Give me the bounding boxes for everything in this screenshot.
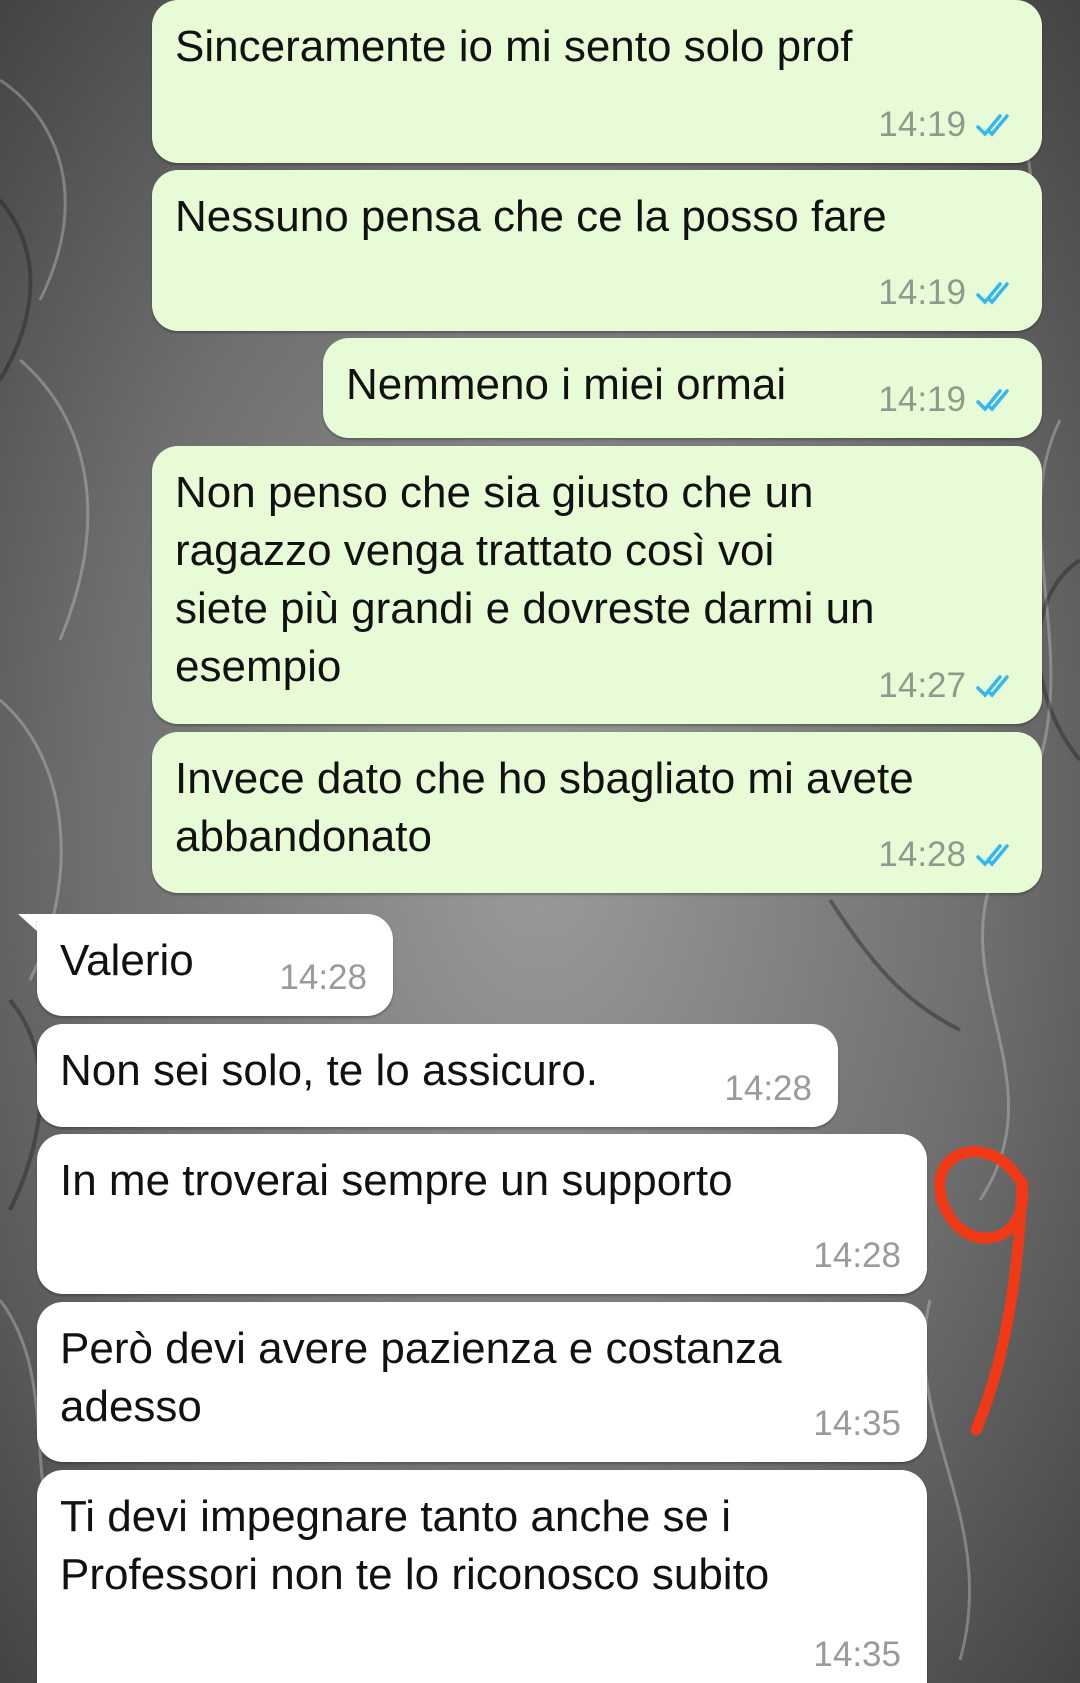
double-check-icon <box>976 675 1009 698</box>
outgoing-message[interactable]: Sinceramente io mi sento solo prof 14:19 <box>152 0 1042 163</box>
message-time: 14:19 <box>878 105 966 144</box>
message-meta: 14:27 <box>878 666 1016 706</box>
incoming-message[interactable]: Ti devi impegnare tanto anche se i Profe… <box>37 1470 927 1683</box>
message-meta: 14:28 <box>878 835 1016 875</box>
double-check-icon <box>976 114 1009 137</box>
outgoing-message[interactable]: Nessuno pensa che ce la posso fare 14:19 <box>152 170 1042 331</box>
double-check-icon <box>976 389 1009 412</box>
message-time: 14:28 <box>724 1069 812 1108</box>
message-meta: 14:28 <box>724 1069 812 1109</box>
message-time: 14:28 <box>279 958 367 997</box>
message-time: 14:27 <box>878 666 966 705</box>
message-text: Non sei solo, te lo assicuro. <box>60 1046 599 1095</box>
message-text: Ti devi impegnare tanto anche se i Profe… <box>60 1492 770 1599</box>
incoming-message[interactable]: Però devi avere pazienza e costanza ades… <box>37 1302 927 1462</box>
outgoing-message[interactable]: Invece dato che ho sbagliato mi avete ab… <box>152 732 1042 893</box>
message-meta: 14:19 <box>878 273 1016 313</box>
message-meta: 14:19 <box>878 105 1016 145</box>
message-time: 14:28 <box>813 1236 901 1275</box>
message-meta: 14:28 <box>813 1236 901 1276</box>
message-text: Invece dato che ho sbagliato mi avete ab… <box>175 754 914 861</box>
message-time: 14:35 <box>813 1404 901 1443</box>
message-text: Sinceramente io mi sento solo prof <box>175 22 853 71</box>
double-check-icon <box>976 844 1009 867</box>
message-text: Non penso che sia giusto che un ragazzo … <box>175 468 875 691</box>
incoming-message[interactable]: In me troverai sempre un supporto 14:28 <box>37 1134 927 1294</box>
message-text: Però devi avere pazienza e costanza ades… <box>60 1324 782 1431</box>
incoming-message[interactable]: Non sei solo, te lo assicuro. 14:28 <box>37 1024 838 1127</box>
outgoing-message[interactable]: Non penso che sia giusto che un ragazzo … <box>152 446 1042 724</box>
message-time: 14:19 <box>878 273 966 312</box>
message-text: In me troverai sempre un supporto <box>60 1156 733 1205</box>
message-time: 14:28 <box>878 835 966 874</box>
message-meta: 14:19 <box>878 380 1016 420</box>
incoming-message[interactable]: Valerio 14:28 <box>37 914 393 1016</box>
handwritten-annotation-mark <box>934 1146 1029 1436</box>
double-check-icon <box>976 282 1009 305</box>
message-meta: 14:35 <box>813 1635 901 1675</box>
message-meta: 14:35 <box>813 1404 901 1444</box>
message-meta: 14:28 <box>279 958 367 998</box>
message-time: 14:19 <box>878 380 966 419</box>
message-text: Nessuno pensa che ce la posso fare <box>175 192 887 241</box>
outgoing-message[interactable]: Nemmeno i miei ormai 14:19 <box>323 338 1042 438</box>
message-text: Valerio <box>60 936 194 985</box>
message-text: Nemmeno i miei ormai <box>346 360 787 409</box>
message-time: 14:35 <box>813 1635 901 1674</box>
